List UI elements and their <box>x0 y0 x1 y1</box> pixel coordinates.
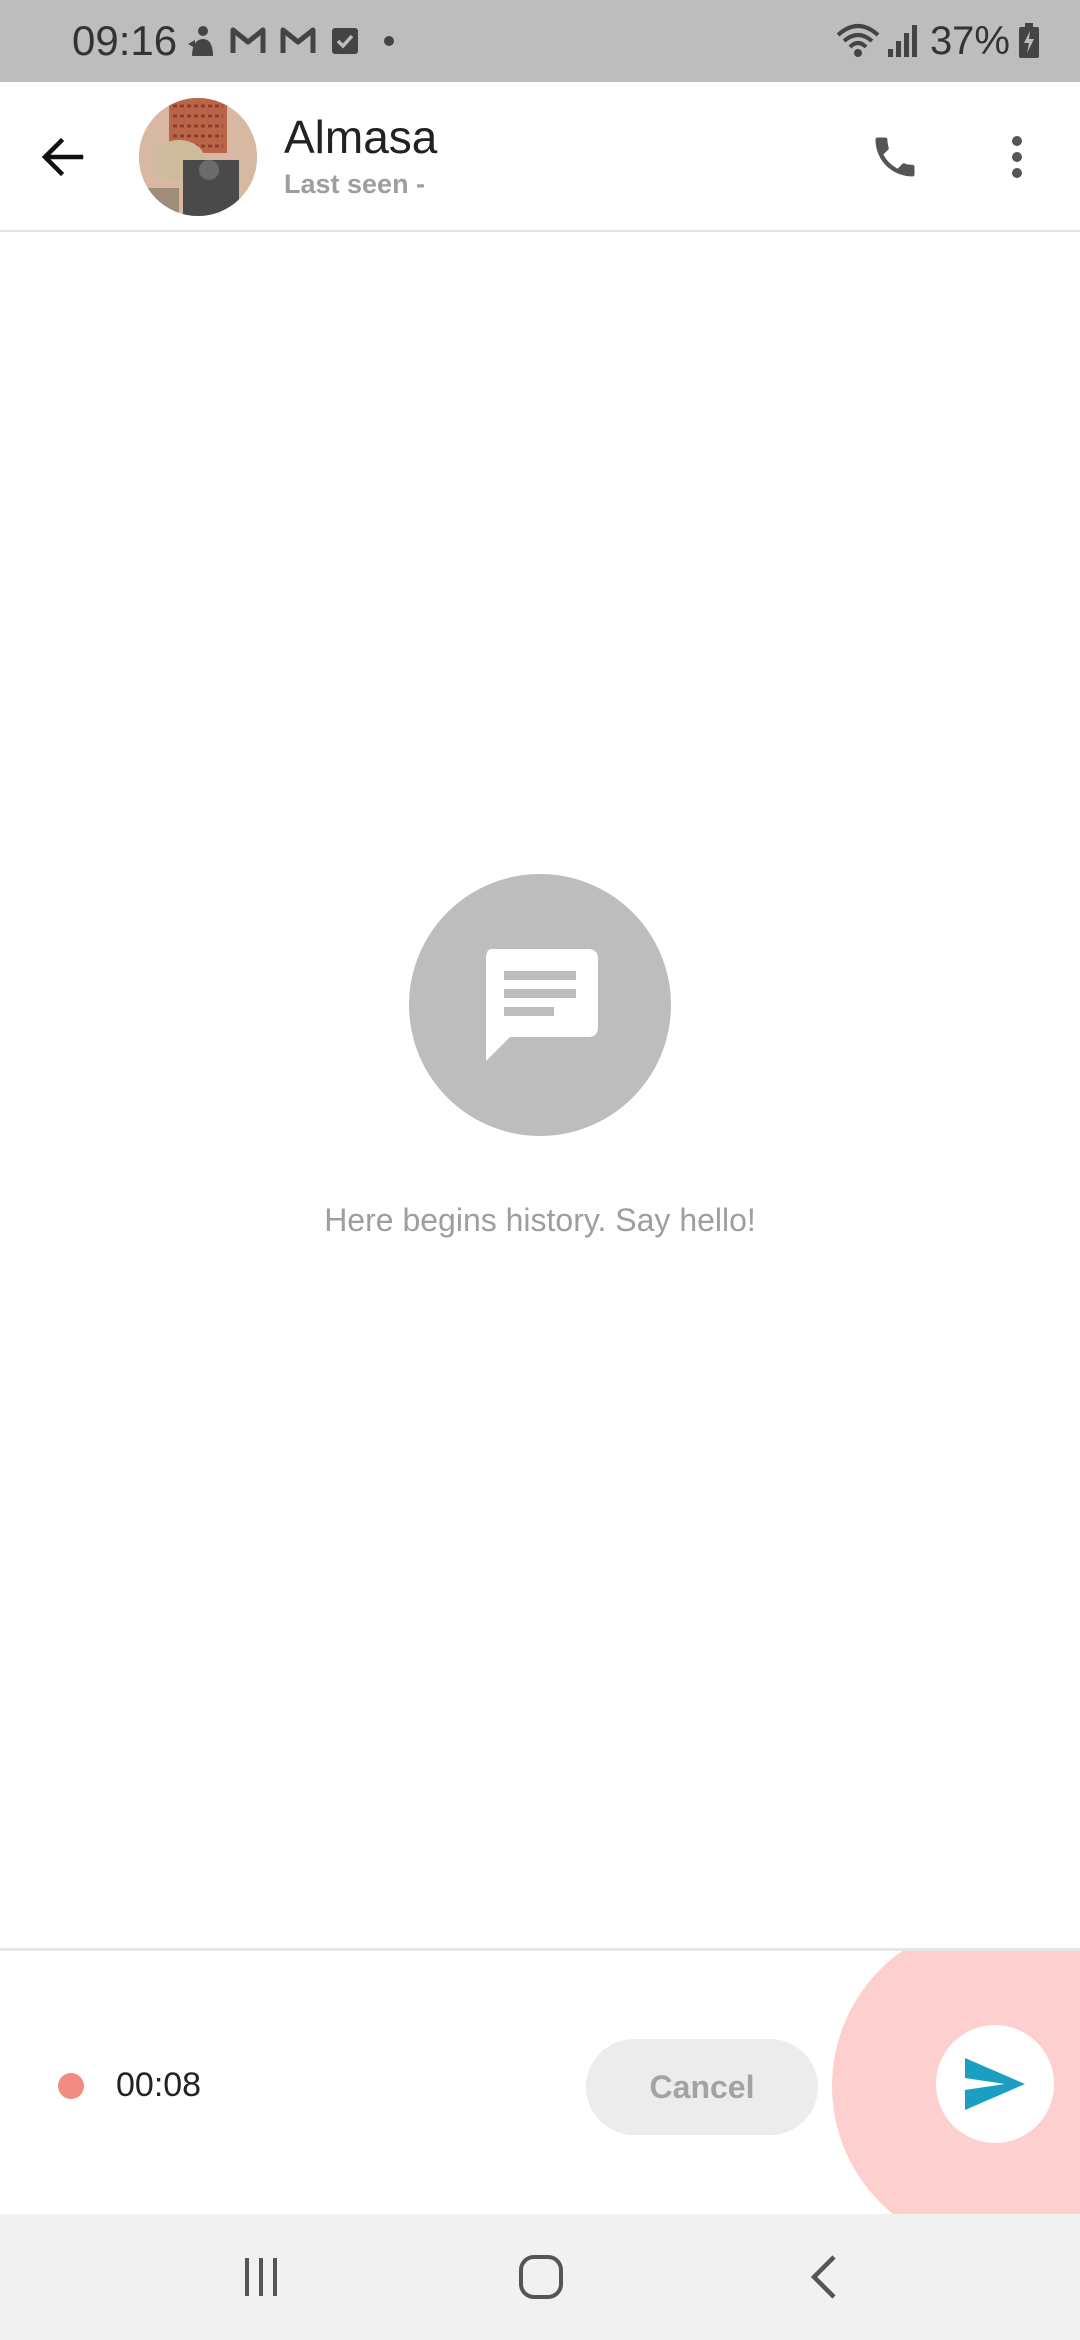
back-arrow-icon <box>41 137 84 177</box>
status-time: 09:16 <box>72 17 178 64</box>
battery-charging-icon <box>1019 23 1039 58</box>
chat-bubble-icon <box>486 949 598 1061</box>
avatar-image <box>139 98 257 216</box>
system-navigation-bar <box>0 2214 1080 2340</box>
checkbox-notification-icon <box>332 28 358 54</box>
home-icon <box>519 2255 563 2299</box>
recent-apps-button[interactable] <box>221 2242 301 2312</box>
contact-name: Almasa <box>284 111 438 163</box>
battery-percentage: 37% <box>929 18 1010 63</box>
chat-history[interactable]: Here begins history. Say hello! <box>0 232 1080 1948</box>
send-icon <box>965 2058 1025 2110</box>
status-bar: 09:16 37% <box>0 0 1080 82</box>
voice-recording-bar: 00:08 Cancel <box>0 1948 1080 2217</box>
more-vert-icon <box>1012 136 1022 178</box>
back-button[interactable] <box>28 122 98 192</box>
dot-icon <box>384 36 394 46</box>
notification-app-icon <box>188 26 213 56</box>
empty-chat-message: Here begins history. Say hello! <box>324 1202 756 1238</box>
wifi-icon <box>836 24 880 57</box>
cancel-recording-button[interactable]: Cancel <box>586 2039 818 2135</box>
empty-chat-illustration <box>409 874 671 1136</box>
system-status-icons: 37% <box>836 16 1040 66</box>
avatar[interactable] <box>139 98 257 216</box>
signal-icon <box>887 25 917 57</box>
last-seen-status: Last seen - <box>284 169 426 199</box>
nav-back-button[interactable] <box>784 2242 864 2312</box>
gmail-icon <box>280 27 316 53</box>
call-button[interactable] <box>860 122 930 192</box>
home-button[interactable] <box>501 2242 581 2312</box>
recent-apps-icon <box>245 2258 277 2296</box>
send-voice-button[interactable] <box>936 2025 1054 2143</box>
notification-icons <box>186 20 418 62</box>
back-icon <box>810 2255 836 2299</box>
more-options-button[interactable] <box>982 122 1052 192</box>
recording-timer: 00:08 <box>116 2066 202 2104</box>
phone-icon <box>875 137 915 177</box>
gmail-icon <box>230 27 266 53</box>
recording-indicator-dot <box>58 2073 84 2099</box>
chat-header: Almasa Last seen - <box>0 82 1080 232</box>
